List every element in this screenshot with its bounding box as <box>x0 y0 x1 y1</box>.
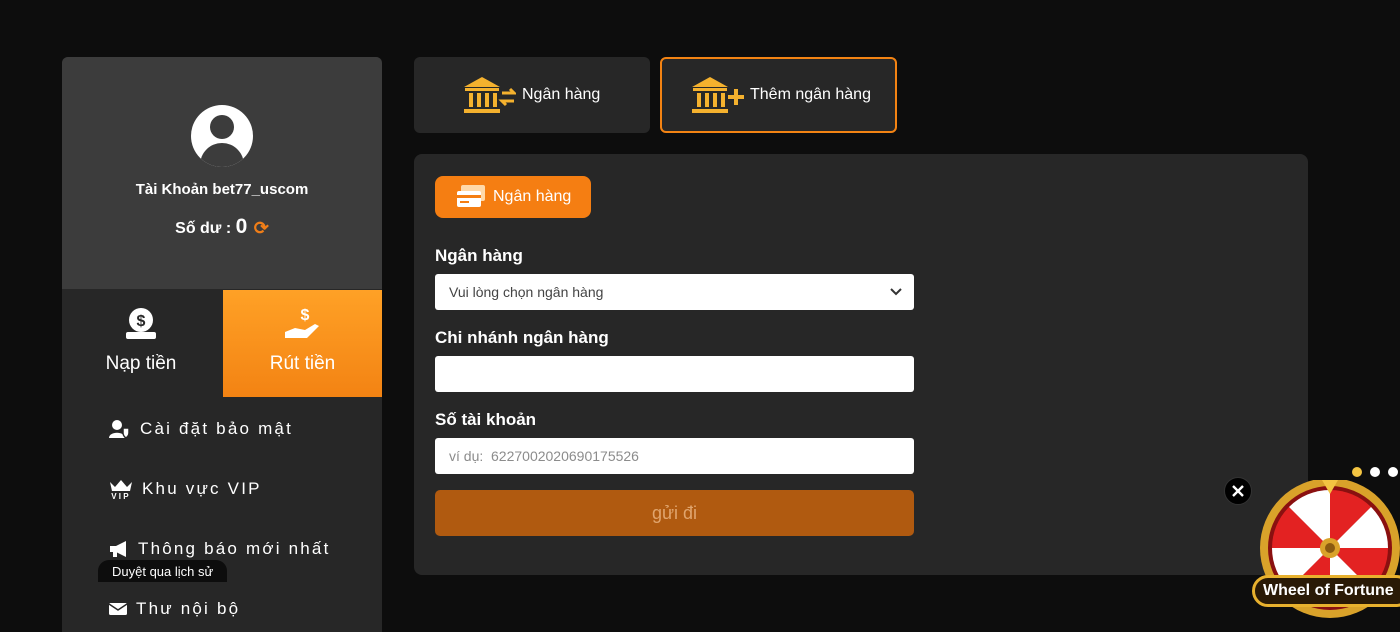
menu-item-label: Thư nội bộ <box>136 599 241 618</box>
megaphone-icon <box>110 541 126 557</box>
chevron-down-icon <box>890 288 902 296</box>
envelope-icon <box>108 603 128 615</box>
bank-card-icon <box>457 185 485 207</box>
wheel-of-fortune-label[interactable]: Wheel of Fortune <box>1252 575 1400 607</box>
page-root: Tài Khoản bet77_uscom Số dư : 0 ⟳ $ Nạp … <box>0 0 1400 632</box>
menu-item-label: Thông báo mới nhất <box>138 539 331 558</box>
svg-text:$: $ <box>137 313 146 330</box>
tab-add-bank[interactable]: Thêm ngân hàng <box>660 57 897 133</box>
menu-item-label: Cài đặt bảo mật <box>140 419 294 438</box>
account-label: Tài Khoản <box>135 181 209 198</box>
close-icon <box>1232 485 1244 497</box>
menu-item-vip[interactable]: VIP Khu vực VIP <box>62 459 382 519</box>
profile-card: Tài Khoản bet77_uscom Số dư : 0 ⟳ <box>62 57 382 289</box>
carousel-dot[interactable] <box>1370 467 1380 477</box>
vip-crown-icon: VIP <box>110 480 132 500</box>
carousel-dot[interactable] <box>1388 467 1398 477</box>
bank-section-pill[interactable]: Ngân hàng <box>435 176 591 218</box>
account-number-input[interactable] <box>435 438 914 474</box>
menu-item-security[interactable]: Cài đặt bảo mật <box>62 399 382 459</box>
bank-select-label: Ngân hàng <box>435 246 523 265</box>
bank-add-icon <box>692 77 744 113</box>
account-line: Tài Khoản bet77_uscom <box>62 181 382 198</box>
menu-item-label: Khu vực VIP <box>142 479 262 498</box>
hand-money-icon: $ <box>284 307 319 338</box>
deposit-button[interactable]: $ Nạp tiền <box>62 290 220 397</box>
branch-label: Chi nhánh ngân hàng <box>435 328 609 347</box>
tab-bank-label: Ngân hàng <box>522 86 601 103</box>
avatar-icon <box>191 105 253 167</box>
user-shield-icon <box>109 420 130 439</box>
bank-form-panel: Ngân hàng Ngân hàng Vui lòng chọn ngân h… <box>414 154 1308 575</box>
branch-input[interactable] <box>435 356 914 392</box>
balance-line: Số dư : 0 ⟳ <box>62 215 382 239</box>
withdraw-button[interactable]: $ Rút tiền <box>223 290 382 397</box>
account-menu: Cài đặt bảo mật VIP Khu vực VIP Thông bá… <box>62 399 382 632</box>
deposit-label: Nạp tiền <box>105 353 177 374</box>
close-widget-button[interactable] <box>1224 477 1252 505</box>
svg-text:$: $ <box>300 307 309 324</box>
account-sidebar: Tài Khoản bet77_uscom Số dư : 0 ⟳ $ Nạp … <box>62 57 382 632</box>
balance-label: Số dư : <box>175 220 232 237</box>
balance-value: 0 <box>235 215 248 238</box>
tab-add-bank-label: Thêm ngân hàng <box>750 86 871 103</box>
bank-select[interactable]: Vui lòng chọn ngân hàng <box>435 274 914 310</box>
menu-item-inbox[interactable]: Thư nội bộ <box>62 579 382 632</box>
money-bag-icon: $ <box>126 308 156 339</box>
username: bet77_uscom <box>212 181 309 198</box>
bank-transfer-icon <box>464 77 516 113</box>
tab-bank[interactable]: Ngân hàng <box>414 57 650 133</box>
bank-select-placeholder: Vui lòng chọn ngân hàng <box>449 284 604 300</box>
account-number-label: Số tài khoản <box>435 410 537 429</box>
carousel-dot[interactable] <box>1352 467 1362 477</box>
fortune-wheel-icon[interactable] <box>1256 480 1400 632</box>
refresh-icon[interactable]: ⟳ <box>254 218 269 239</box>
carousel-dots <box>1352 467 1398 477</box>
bank-section-label: Ngân hàng <box>493 188 572 205</box>
submit-button[interactable]: gửi đi <box>435 490 914 536</box>
svg-text:VIP: VIP <box>111 492 131 500</box>
withdraw-label: Rút tiền <box>269 353 336 374</box>
history-tooltip: Duyệt qua lịch sử <box>98 560 228 582</box>
